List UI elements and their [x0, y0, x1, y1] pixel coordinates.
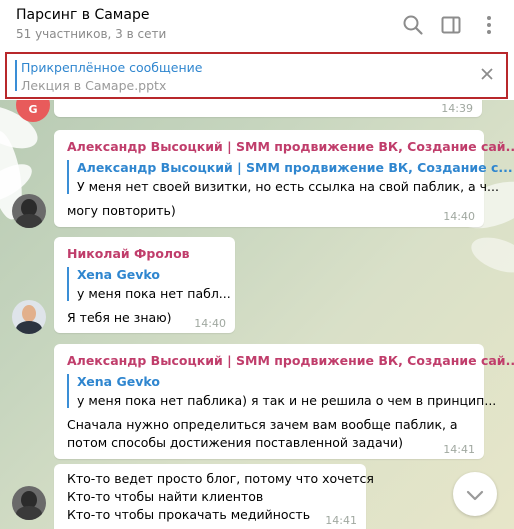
chat-area[interactable]: G 14:39 Александр Высоцкий | SMM продвиж…: [0, 100, 514, 529]
message-time: 14:40: [443, 210, 475, 223]
message-sender[interactable]: Николай Фролов: [67, 246, 190, 261]
reply-quote[interactable]: Александр Высоцкий | SMM продвижение ВК,…: [67, 160, 513, 194]
message-bubble[interactable]: Кто-то ведет просто блог, потому что хоч…: [54, 464, 374, 529]
message-text: Кто-то чтобы прокачать медийность: [67, 507, 311, 522]
quote-author: Xena Gevko: [77, 267, 160, 282]
message-text: Сначала нужно определиться зачем вам воо…: [67, 417, 458, 432]
avatar-figure: [16, 214, 42, 228]
avatar[interactable]: [12, 194, 46, 228]
reply-quote[interactable]: Xena Gevko у меня пока нет паблика) я та…: [67, 374, 496, 408]
quote-author: Xena Gevko: [77, 374, 160, 389]
avatar-figure: [22, 305, 36, 322]
message-text: Я тебя не знаю): [67, 310, 172, 325]
avatar-letter: G: [28, 103, 38, 116]
quote-text: У меня нет своей визитки, но есть ссылка…: [77, 179, 499, 194]
message-text: Кто-то чтобы найти клиентов: [67, 489, 264, 504]
avatar[interactable]: [12, 300, 46, 334]
reply-quote[interactable]: Xena Gevko у меня пока нет пабл...: [67, 267, 231, 301]
pinned-message[interactable]: Прикреплённое сообщение Лекция в Самаре.…: [5, 52, 508, 99]
chevron-down-icon: [466, 490, 484, 501]
message-text: потом способы достижения поставленной за…: [67, 435, 403, 450]
search-icon[interactable]: [402, 14, 424, 36]
more-icon[interactable]: [478, 14, 500, 36]
quote-text: у меня пока нет паблика) я так и не реши…: [77, 393, 497, 408]
pinned-title: Прикреплённое сообщение: [21, 60, 203, 75]
chat-header: Парсинг в Самаре 51 участников, 3 в сети: [0, 0, 514, 50]
pinned-text: Лекция в Самаре.pptx: [21, 78, 167, 93]
chat-subtitle: 51 участников, 3 в сети: [16, 27, 167, 41]
message-bubble[interactable]: Николай Фролов Xena Gevko у меня пока не…: [54, 237, 235, 333]
message-sender[interactable]: Александр Высоцкий | SMM продвижение ВК,…: [67, 353, 514, 368]
message-time: 14:41: [325, 514, 357, 527]
avatar-figure: [16, 506, 42, 520]
avatar-figure: [16, 321, 42, 334]
avatar[interactable]: [12, 486, 46, 520]
sidebar-icon[interactable]: [440, 14, 462, 36]
chat-title[interactable]: Парсинг в Самаре: [16, 7, 149, 23]
pinned-accent-bar: [15, 60, 17, 91]
message-bubble[interactable]: 14:39: [54, 100, 482, 117]
message-text: Кто-то ведет просто блог, потому что хоч…: [67, 471, 374, 486]
background-petal: [466, 230, 514, 280]
message-bubble[interactable]: Александр Высоцкий | SMM продвижение ВК,…: [54, 130, 514, 227]
message-time: 14:40: [194, 317, 226, 330]
message-bubble[interactable]: Александр Высоцкий | SMM продвижение ВК,…: [54, 344, 514, 459]
message-time: 14:41: [443, 443, 475, 456]
quote-author: Александр Высоцкий | SMM продвижение ВК,…: [77, 160, 513, 175]
message-text: могу повторить): [67, 203, 176, 218]
scroll-down-button[interactable]: [453, 472, 497, 516]
message-sender[interactable]: Александр Высоцкий | SMM продвижение ВК,…: [67, 139, 514, 154]
message-time: 14:39: [441, 102, 473, 115]
close-icon[interactable]: [480, 67, 494, 81]
quote-text: у меня пока нет пабл...: [77, 286, 231, 301]
